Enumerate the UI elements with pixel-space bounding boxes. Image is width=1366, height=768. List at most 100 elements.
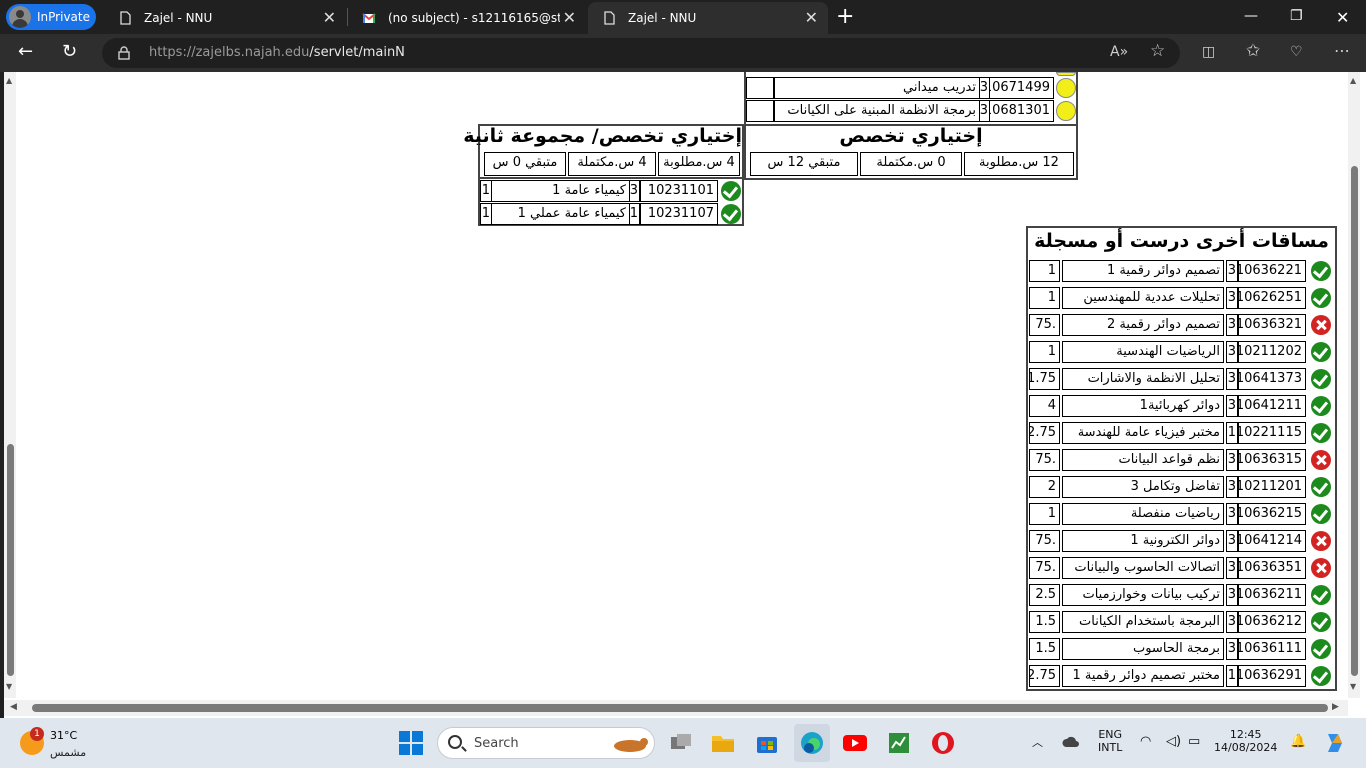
- course-hours: 1: [1226, 422, 1238, 444]
- favorite-star-icon[interactable]: ☆: [1150, 41, 1165, 61]
- elective-major-title: إختياري تخصص: [839, 125, 983, 147]
- page-icon: [120, 11, 131, 25]
- status-passed-icon: [1311, 504, 1331, 524]
- search-highlight-icon: [614, 738, 648, 752]
- scroll-right-arrow-icon[interactable]: ▶: [1332, 702, 1339, 712]
- navigation-bar: ← ↻ https://zajelbs.najah.edu/servlet/ma…: [0, 34, 1366, 72]
- course-code: 10211201: [1238, 476, 1306, 498]
- settings-more-icon[interactable]: ⋯: [1334, 41, 1350, 60]
- lang-top: ENG: [1098, 728, 1123, 741]
- course-hours: 3: [1226, 287, 1238, 309]
- refresh-icon[interactable]: ↻: [62, 42, 77, 62]
- status-passed-icon: [1311, 585, 1331, 605]
- course-name: اتصالات الحاسوب والبيانات: [1062, 557, 1224, 579]
- scroll-left-arrow-icon[interactable]: ◀: [10, 702, 17, 712]
- search-placeholder: Search: [474, 736, 519, 751]
- scroll-down-arrow-icon[interactable]: ▼: [6, 682, 12, 691]
- course-hours: 3: [1226, 368, 1238, 390]
- volume-icon[interactable]: ◁): [1166, 734, 1181, 749]
- youtube-icon[interactable]: [842, 730, 868, 756]
- microsoft-store-icon[interactable]: [754, 730, 780, 756]
- tab-close-icon[interactable]: ✕: [323, 10, 336, 26]
- file-explorer-icon[interactable]: [710, 730, 736, 756]
- elective-group2-remaining: متبقي 0 س: [484, 152, 566, 176]
- course-hours: 3: [1226, 611, 1238, 633]
- opera-icon[interactable]: [930, 730, 956, 756]
- lang-bottom: INTL: [1098, 741, 1123, 754]
- tab-label: (no subject) - s12116165@stu.naj: [388, 11, 560, 25]
- status-passed-icon: [1311, 369, 1331, 389]
- scroll-up-arrow-icon[interactable]: ▲: [6, 76, 12, 85]
- course-code: 10636212: [1238, 611, 1306, 633]
- course-name: الرياضيات الهندسية: [1062, 341, 1224, 363]
- course-code: 10636215: [1238, 503, 1306, 525]
- right-scrollbar[interactable]: ▲ ▼: [1348, 72, 1360, 698]
- new-tab-icon[interactable]: +: [836, 6, 854, 28]
- elective-group2-required: 4 س.مطلوبة: [658, 152, 740, 176]
- tab-zajel-1[interactable]: Zajel - NNU ✕: [104, 2, 346, 34]
- clock-date: 14/08/2024: [1214, 741, 1278, 754]
- task-view-icon[interactable]: [668, 730, 694, 756]
- course-name: تدريب ميداني: [774, 77, 980, 99]
- scroll-down-arrow-icon[interactable]: ▼: [1350, 682, 1356, 691]
- show-hidden-icons-icon[interactable]: ︿: [1032, 734, 1043, 750]
- course-grade: 4: [1029, 395, 1060, 417]
- restore-icon[interactable]: ❐: [1290, 8, 1303, 24]
- scroll-thumb[interactable]: [32, 704, 1328, 712]
- tab-close-icon[interactable]: ✕: [805, 10, 818, 26]
- taskbar-search[interactable]: Search: [437, 727, 655, 759]
- scroll-up-arrow-icon[interactable]: ▲: [1350, 76, 1356, 85]
- favorites-icon[interactable]: ✩: [1246, 41, 1260, 61]
- status-passed-icon: [1311, 396, 1331, 416]
- course-name: كيمياء عامة 1: [490, 180, 630, 202]
- inprivate-label: InPrivate: [37, 10, 90, 24]
- course-grade: 1.75: [1029, 368, 1060, 390]
- course-code: 10641373: [1238, 368, 1306, 390]
- browser-essentials-icon[interactable]: ♡: [1290, 44, 1303, 60]
- address-bar[interactable]: https://zajelbs.najah.edu/servlet/mainN: [102, 38, 1180, 68]
- course-grade: [746, 77, 774, 99]
- course-grade: 1: [480, 180, 492, 202]
- url-path: /servlet/mainN: [309, 45, 405, 60]
- status-failed-icon: [1311, 558, 1331, 578]
- search-icon: [448, 735, 462, 749]
- elective-group2-title: إختياري تخصص/ مجموعة ثانية: [463, 125, 742, 147]
- status-passed-icon: [1311, 477, 1331, 497]
- chart-app-icon[interactable]: [886, 730, 912, 756]
- minimize-icon[interactable]: —: [1244, 8, 1258, 24]
- scroll-thumb[interactable]: [7, 444, 14, 676]
- copilot-icon[interactable]: [1322, 730, 1348, 756]
- course-code: 10641211: [1238, 395, 1306, 417]
- tab-close-icon[interactable]: ✕: [563, 10, 576, 26]
- status-failed-icon: [1311, 450, 1331, 470]
- course-code: 10671499: [988, 77, 1054, 99]
- elective-major-remaining: متبقي 12 س: [750, 152, 858, 176]
- course-name: تفاضل وتكامل 3: [1062, 476, 1224, 498]
- status-passed-icon: [721, 204, 741, 224]
- tab-gmail[interactable]: (no subject) - s12116165@stu.naj ✕: [348, 2, 586, 34]
- course-code: 10626251: [1238, 287, 1306, 309]
- tab-zajel-active[interactable]: Zajel - NNU ✕: [588, 2, 828, 34]
- windows-start-icon[interactable]: [398, 730, 424, 756]
- notifications-bell-icon[interactable]: 🔔: [1290, 734, 1306, 749]
- horizontal-scrollbar[interactable]: ◀ ▶: [4, 700, 1348, 716]
- edge-browser-icon[interactable]: [799, 730, 825, 756]
- close-window-icon[interactable]: ✕: [1336, 8, 1349, 27]
- battery-icon[interactable]: ▭: [1188, 734, 1200, 749]
- lock-icon: [118, 46, 130, 60]
- read-aloud-icon[interactable]: A»: [1110, 44, 1128, 60]
- scroll-thumb[interactable]: [1351, 166, 1358, 676]
- system-clock[interactable]: 12:45 14/08/2024: [1214, 728, 1277, 754]
- weather-temp: 31°C: [50, 729, 78, 742]
- language-indicator[interactable]: ENG INTL: [1098, 728, 1122, 754]
- url-host: https://zajelbs.najah.edu: [149, 45, 310, 60]
- course-grade: 1: [1029, 287, 1060, 309]
- back-icon[interactable]: ←: [18, 42, 33, 62]
- course-code: 10636111: [1238, 638, 1306, 660]
- split-screen-icon[interactable]: ◫: [1202, 44, 1215, 60]
- left-scrollbar[interactable]: ▲ ▼: [4, 72, 16, 698]
- wifi-icon[interactable]: ◠: [1140, 734, 1151, 749]
- inprivate-badge[interactable]: InPrivate: [6, 4, 96, 30]
- course-code: 10641214: [1238, 530, 1306, 552]
- network-cloud-icon[interactable]: [1062, 734, 1080, 752]
